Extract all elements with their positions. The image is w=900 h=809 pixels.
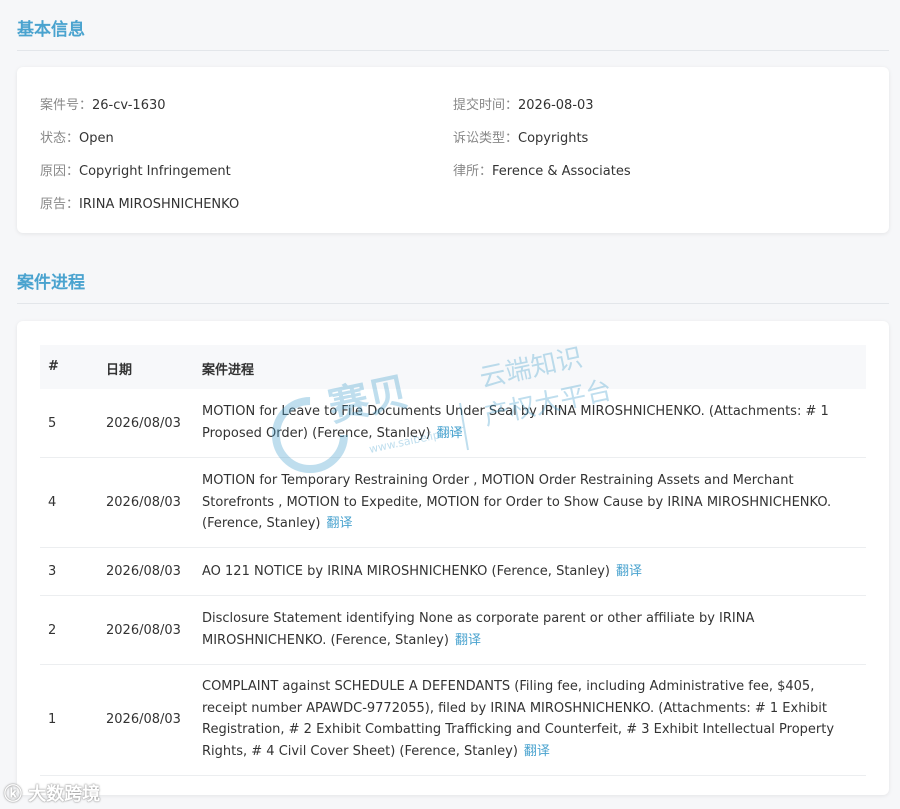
law-firm-field: 律所：Ference & Associates	[453, 160, 631, 179]
footer-watermark-text: 大数跨境	[28, 784, 101, 805]
row-desc-text: AO 121 NOTICE by IRINA MIROSHNICHENKO (F…	[202, 564, 611, 579]
row-num: 1	[48, 712, 57, 727]
field-value: Open	[79, 131, 114, 146]
field-value: 2026-08-03	[518, 98, 594, 113]
row-num: 3	[48, 564, 57, 579]
row-desc: AO 121 NOTICE by IRINA MIROSHNICHENKO (F…	[202, 561, 862, 583]
field-value: 26-cv-1630	[92, 98, 166, 113]
translate-link[interactable]: 翻译	[437, 426, 463, 441]
row-num: 5	[48, 416, 57, 431]
submit-time-field: 提交时间：2026-08-03	[453, 94, 594, 113]
header-num: #	[48, 359, 59, 374]
row-date: 2026/08/03	[106, 564, 181, 579]
row-num: 4	[48, 495, 57, 510]
basic-info-title: 基本信息	[17, 20, 85, 40]
row-desc: COMPLAINT against SCHEDULE A DEFENDANTS …	[202, 676, 862, 762]
field-value: Copyright Infringement	[79, 164, 231, 179]
table-row: 5 2026/08/03 MOTION for Leave to File Do…	[40, 389, 866, 458]
case-number-field: 案件号：26-cv-1630	[40, 94, 166, 113]
table-row: 3 2026/08/03 AO 121 NOTICE by IRINA MIRO…	[40, 548, 866, 596]
field-value: Copyrights	[518, 131, 589, 146]
row-desc: MOTION for Leave to File Documents Under…	[202, 401, 862, 444]
row-date: 2026/08/03	[106, 623, 181, 638]
row-desc-text: COMPLAINT against SCHEDULE A DEFENDANTS …	[202, 679, 835, 759]
basic-info-card: 案件号：26-cv-1630 提交时间：2026-08-03 状态：Open 诉…	[17, 67, 889, 233]
footer-watermark: ⓚ 大数跨境	[4, 780, 100, 806]
litigation-type-field: 诉讼类型：Copyrights	[453, 127, 588, 146]
table-row: 1 2026/08/03 COMPLAINT against SCHEDULE …	[40, 665, 866, 776]
row-desc-text: MOTION for Temporary Restraining Order ,…	[202, 473, 832, 531]
field-label: 案件号：	[40, 98, 93, 113]
field-label: 原因：	[40, 164, 80, 179]
footer-logo-icon: ⓚ	[4, 784, 22, 805]
case-progress-title: 案件进程	[17, 273, 85, 293]
field-label: 诉讼类型：	[453, 131, 519, 146]
row-date: 2026/08/03	[106, 495, 181, 510]
header-date: 日期	[106, 363, 133, 378]
plaintiff-field: 原告：IRINA MIROSHNICHENKO	[40, 193, 239, 212]
translate-link[interactable]: 翻译	[455, 633, 481, 648]
field-value: IRINA MIROSHNICHENKO	[79, 197, 240, 212]
row-num: 2	[48, 623, 57, 638]
section-divider	[17, 50, 889, 51]
case-progress-card: # 日期 案件进程 5 2026/08/03 MOTION for Leave …	[17, 321, 889, 795]
cause-field: 原因：Copyright Infringement	[40, 160, 231, 179]
table-row: 2 2026/08/03 Disclosure Statement identi…	[40, 596, 866, 665]
row-desc: Disclosure Statement identifying None as…	[202, 608, 862, 651]
table-header: # 日期 案件进程	[40, 345, 866, 389]
row-date: 2026/08/03	[106, 416, 181, 431]
section-divider	[17, 303, 889, 304]
row-desc: MOTION for Temporary Restraining Order ,…	[202, 470, 862, 535]
translate-link[interactable]: 翻译	[616, 564, 642, 579]
row-date: 2026/08/03	[106, 712, 181, 727]
field-label: 原告：	[40, 197, 80, 212]
translate-link[interactable]: 翻译	[524, 744, 550, 759]
field-label: 提交时间：	[453, 98, 519, 113]
table-row: 4 2026/08/03 MOTION for Temporary Restra…	[40, 458, 866, 548]
field-value: Ference & Associates	[492, 164, 631, 179]
header-desc: 案件进程	[202, 363, 255, 378]
field-label: 状态：	[40, 131, 80, 146]
field-label: 律所：	[453, 164, 493, 179]
status-field: 状态：Open	[40, 127, 114, 146]
row-desc-text: MOTION for Leave to File Documents Under…	[202, 404, 829, 441]
translate-link[interactable]: 翻译	[326, 516, 352, 531]
